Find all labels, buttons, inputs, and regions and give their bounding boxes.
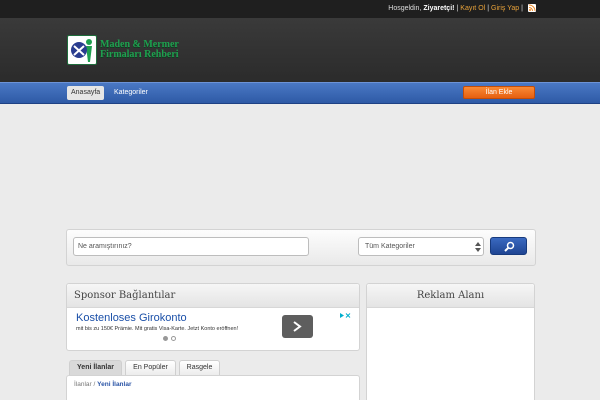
tab-new-listings[interactable]: Yeni İlanlar (69, 360, 122, 375)
pager-dot[interactable] (171, 336, 176, 341)
search-input[interactable]: Ne aramıştırınız? (73, 237, 309, 256)
ad-area-title: Reklam Alanı (367, 284, 534, 308)
category-select[interactable]: Tüm Kategoriler (358, 237, 484, 256)
ad-area-panel: Reklam Alanı (366, 283, 535, 400)
sponsor-title: Sponsor Bağlantılar (67, 284, 359, 308)
nav-home[interactable]: Anasayfa (67, 86, 105, 100)
separator: | (521, 4, 523, 12)
breadcrumb-current: Yeni İlanlar (97, 381, 132, 388)
ad-next-button[interactable] (282, 315, 313, 338)
nav-categories[interactable]: Kategoriler (110, 86, 152, 100)
category-select-value: Tüm Kategoriler (365, 243, 415, 250)
breadcrumb-separator: / (93, 381, 96, 388)
breadcrumb-root[interactable]: İlanlar (74, 381, 92, 388)
breadcrumb: İlanlar / Yeni İlanlar (74, 381, 131, 388)
separator: | (487, 4, 490, 12)
top-bar: Hosgeldin, Ziyaretçi! | Kayıt Ol | Giriş… (0, 0, 600, 18)
search-button[interactable] (490, 237, 527, 255)
rss-icon[interactable] (528, 4, 536, 12)
post-ad-button[interactable]: İlan Ekle (463, 86, 535, 99)
main-nav: Anasayfa Kategoriler İlan Ekle (0, 82, 600, 104)
ad-title[interactable]: Kostenloses Girokonto (76, 312, 187, 324)
separator: | (456, 4, 459, 12)
username: Ziyaretçi! (423, 4, 455, 12)
register-link[interactable]: Kayıt Ol (460, 5, 485, 12)
tab-random[interactable]: Rasgele (179, 360, 220, 375)
ad-pager (163, 336, 176, 341)
tab-popular[interactable]: En Popüler (125, 360, 176, 375)
search-icon (504, 241, 515, 252)
login-link[interactable]: Giriş Yap (491, 5, 519, 12)
select-arrows-icon (475, 242, 481, 252)
sponsor-panel: Sponsor Bağlantılar Kostenloses Girokont… (66, 283, 360, 351)
site-header: Maden & Mermer Firmaları Rehberi (0, 18, 600, 82)
greeting-text: Hosgeldin, (388, 4, 422, 12)
listing-panel: İlanlar / Yeni İlanlar (66, 375, 360, 400)
site-logo[interactable]: Maden & Mermer Firmaları Rehberi (67, 35, 179, 65)
logo-line-2: Firmaları Rehberi (100, 49, 179, 60)
search-bar: Ne aramıştırınız? Tüm Kategoriler (66, 229, 536, 266)
chevron-right-icon (293, 321, 302, 332)
logo-tools-icon (67, 35, 97, 65)
pager-dot[interactable] (163, 336, 168, 341)
adchoices-icon[interactable] (339, 312, 351, 319)
ad-description[interactable]: mit bis zu 150€ Prämie. Mit gratis Visa-… (76, 326, 238, 332)
